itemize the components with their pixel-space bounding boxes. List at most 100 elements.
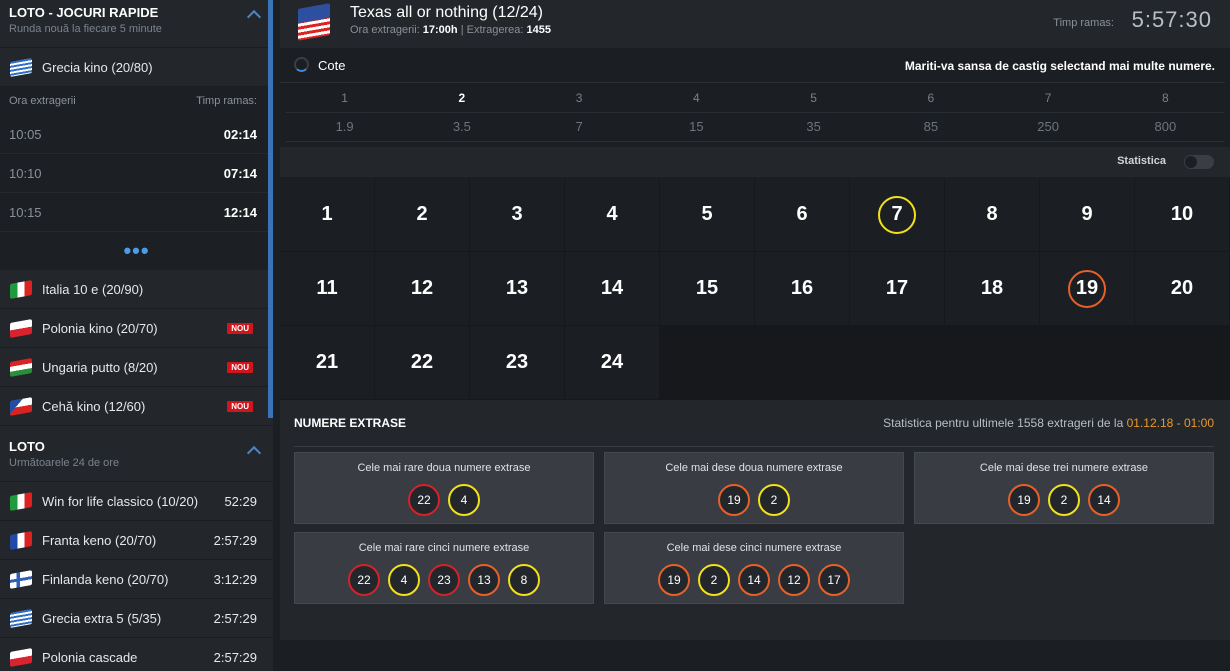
- game-row[interactable]: Ungaria putto (8/20) NOU: [0, 348, 273, 387]
- odds-label: Cote: [318, 58, 346, 73]
- draw-row[interactable]: 10:15 12:14: [0, 193, 273, 232]
- game-name: Italia 10 e (20/90): [42, 281, 144, 297]
- statistics-toggle[interactable]: [1184, 155, 1214, 169]
- number-cell[interactable]: 21: [280, 326, 374, 399]
- number-label: 20: [1170, 277, 1194, 299]
- game-name: Polonia kino (20/70): [42, 320, 158, 336]
- odds-value: 7: [575, 119, 583, 134]
- number-ball: 14: [1088, 484, 1120, 516]
- odds-key[interactable]: 3: [521, 84, 638, 112]
- game-name: Ungaria putto (8/20): [42, 359, 158, 375]
- game-row[interactable]: Cehă kino (12/60) NOU: [0, 387, 273, 426]
- number-cell[interactable]: 16: [755, 252, 849, 325]
- remaining-label: Timp ramas:: [1053, 17, 1114, 29]
- number-cell[interactable]: 10: [1135, 178, 1229, 251]
- number-label: 9: [1081, 203, 1093, 225]
- loto-subtitle: Următoarele 24 de ore: [9, 457, 120, 469]
- number-label: 12: [410, 277, 434, 299]
- number-label: 15: [695, 277, 719, 299]
- number-cell[interactable]: 23: [470, 326, 564, 399]
- odds-radio[interactable]: [294, 57, 309, 72]
- stat-balls: 19 2 14 12 17: [605, 564, 903, 596]
- number-cell[interactable]: 1: [280, 178, 374, 251]
- drawn-numbers-title: NUMERE EXTRASE: [294, 416, 407, 430]
- odds-key[interactable]: 6: [872, 84, 989, 112]
- number-ball: 23: [428, 564, 460, 596]
- draw-time-value: 17:00h: [422, 24, 458, 36]
- poland-flag-icon: [10, 647, 32, 667]
- draw-time: 10:10: [9, 165, 42, 181]
- game-name: Grecia extra 5 (5/35): [42, 610, 162, 626]
- number-cell[interactable]: 14: [565, 252, 659, 325]
- number-cell[interactable]: 12: [375, 252, 469, 325]
- number-label: 7: [878, 195, 916, 234]
- number-ball: 4: [448, 484, 480, 516]
- game-countdown: 2:57:29: [213, 610, 257, 626]
- number-label: 3: [511, 203, 523, 225]
- game-row[interactable]: Win for life classico (10/20) 52:29: [0, 482, 273, 521]
- odds-value: 3.5: [452, 119, 471, 134]
- draw-number-label: | Extragerea:: [460, 24, 524, 36]
- game-row[interactable]: Grecia extra 5 (5/35) 2:57:29: [0, 599, 273, 638]
- number-cell[interactable]: 15: [660, 252, 754, 325]
- odds-key[interactable]: 1: [286, 84, 403, 112]
- odds-key[interactable]: 5: [755, 84, 872, 112]
- number-cell[interactable]: 17: [850, 252, 944, 325]
- number-ball: 19: [718, 484, 750, 516]
- number-cell[interactable]: 24: [565, 326, 659, 399]
- odds-key[interactable]: 7: [990, 84, 1107, 112]
- number-cell[interactable]: 2: [375, 178, 469, 251]
- more-draws-button[interactable]: •••: [0, 232, 273, 270]
- number-cell[interactable]: 20: [1135, 252, 1229, 325]
- number-cell[interactable]: 9: [1040, 178, 1134, 251]
- draw-time-label: Ora extragerii:: [350, 24, 420, 36]
- game-row[interactable]: Franta keno (20/70) 2:57:29: [0, 521, 273, 560]
- italy-flag-icon: [10, 279, 32, 299]
- number-ball: 14: [738, 564, 770, 596]
- number-label: 8: [986, 203, 998, 225]
- page-footer-area: [273, 640, 1230, 671]
- stat-balls: 19 2: [605, 484, 903, 516]
- number-cell[interactable]: 13: [470, 252, 564, 325]
- number-ball: 4: [388, 564, 420, 596]
- selected-game-row[interactable]: Grecia kino (20/80): [0, 48, 273, 87]
- number-cell[interactable]: 4: [565, 178, 659, 251]
- number-cell[interactable]: 8: [945, 178, 1039, 251]
- number-cell[interactable]: 18: [945, 252, 1039, 325]
- number-cell[interactable]: 6: [755, 178, 849, 251]
- stat-box: Cele mai dese trei numere extrase 19 2 14: [914, 452, 1214, 524]
- game-countdown: 2:57:29: [213, 532, 257, 548]
- number-ball: 22: [408, 484, 440, 516]
- number-label: 1: [321, 203, 333, 225]
- number-cell[interactable]: 7: [850, 178, 944, 251]
- draw-row[interactable]: 10:05 02:14: [0, 115, 273, 154]
- number-cell[interactable]: 11: [280, 252, 374, 325]
- statistics-bar: Statistica: [280, 147, 1230, 177]
- number-label: 23: [505, 351, 529, 373]
- game-name: Win for life classico (10/20): [42, 493, 199, 509]
- number-cell[interactable]: 5: [660, 178, 754, 251]
- divider: [294, 446, 1214, 447]
- odds-table: 12345678 1.9 3.5 7 15 35 85 250 800: [286, 84, 1224, 144]
- number-cell[interactable]: 3: [470, 178, 564, 251]
- odds-key[interactable]: 4: [638, 84, 755, 112]
- number-label: 6: [796, 203, 808, 225]
- game-row[interactable]: Italia 10 e (20/90): [0, 270, 273, 309]
- number-cell[interactable]: 22: [375, 326, 469, 399]
- odds-value: 250: [1037, 119, 1059, 134]
- number-ball: 8: [508, 564, 540, 596]
- game-name: Grecia kino (20/80): [42, 59, 153, 75]
- game-row[interactable]: Polonia kino (20/70) NOU: [0, 309, 273, 348]
- odds-key[interactable]: 2: [403, 84, 520, 112]
- game-row[interactable]: Finlanda keno (20/70) 3:12:29: [0, 560, 273, 599]
- sidebar-scrollbar[interactable]: [268, 0, 273, 418]
- game-row[interactable]: Polonia cascade 2:57:29: [0, 638, 273, 671]
- number-ball: 19: [658, 564, 690, 596]
- number-label: 10: [1170, 203, 1194, 225]
- draw-row[interactable]: 10:10 07:14: [0, 154, 273, 193]
- odds-key[interactable]: 8: [1107, 84, 1224, 112]
- quick-games-header[interactable]: LOTO - JOCURI RAPIDE Runda nouă la fieca…: [0, 0, 273, 48]
- italy-flag-icon: [10, 491, 32, 511]
- loto-header[interactable]: LOTO Următoarele 24 de ore: [0, 426, 273, 482]
- number-cell[interactable]: 19: [1040, 252, 1134, 325]
